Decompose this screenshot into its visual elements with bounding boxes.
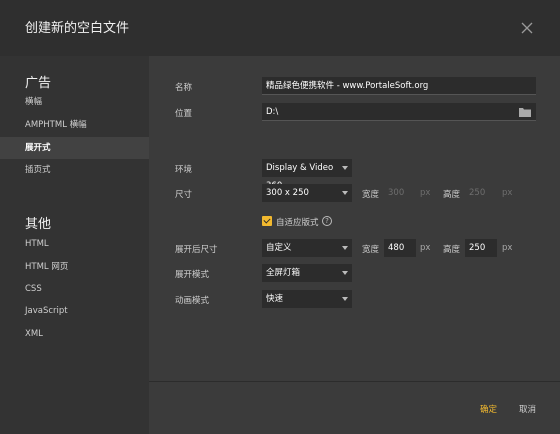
close-icon[interactable] [516, 17, 538, 39]
location-label: 位置 [175, 109, 193, 119]
chevron-down-icon [342, 297, 348, 301]
animation-mode-label: 动画模式 [175, 296, 210, 306]
expanded-size-value: 自定义 [266, 243, 292, 253]
responsive-label: 自适应版式 [276, 218, 319, 228]
environment-select[interactable]: Display & Video 360 [262, 159, 352, 191]
size-select[interactable]: 300 x 250 [262, 184, 352, 202]
dialog-title: 创建新的空白文件 [25, 21, 130, 36]
size-height-unit: px [502, 188, 513, 198]
footer-divider [149, 381, 560, 382]
animation-mode-select[interactable]: 快速 [262, 290, 352, 308]
sidebar-item-css[interactable]: CSS [0, 278, 149, 300]
location-field[interactable]: D:\ [262, 103, 536, 121]
responsive-checkbox[interactable] [262, 216, 272, 226]
sidebar-item-banner[interactable]: 横幅 [0, 91, 149, 113]
expanded-width-unit: px [420, 243, 431, 253]
location-value: D:\ [266, 107, 279, 117]
expanded-width-label: 宽度 [362, 245, 380, 255]
section-ads-heading: 广告 [25, 76, 52, 91]
size-height-label: 高度 [443, 190, 461, 200]
ok-button[interactable]: 确定 [480, 403, 497, 415]
chevron-down-icon [342, 191, 348, 195]
expand-mode-select[interactable]: 全屏灯箱 [262, 264, 352, 282]
size-label: 尺寸 [175, 190, 193, 200]
expanded-height-label: 高度 [443, 245, 461, 255]
size-value: 300 x 250 [266, 188, 309, 198]
chevron-down-icon [342, 271, 348, 275]
animation-mode-value: 快速 [266, 294, 284, 304]
size-width-unit: px [420, 188, 431, 198]
expanded-height-unit: px [502, 243, 513, 253]
cancel-button[interactable]: 取消 [519, 403, 536, 415]
sidebar-item-interstitial[interactable]: 插页式 [0, 159, 149, 181]
sidebar-item-javascript[interactable]: JavaScript [0, 300, 149, 322]
size-width-label: 宽度 [362, 190, 380, 200]
expanded-height-input[interactable]: 250 [465, 239, 497, 257]
expand-mode-label: 展开模式 [175, 270, 210, 280]
sidebar-item-amphtml-banner[interactable]: AMPHTML 横幅 [0, 114, 149, 136]
chevron-down-icon [342, 246, 348, 250]
expanded-width-input[interactable]: 480 [384, 239, 416, 257]
chevron-down-icon [342, 166, 348, 170]
size-width-input: 300 [388, 188, 405, 198]
sidebar-item-expandable[interactable]: 展开式 [0, 137, 149, 159]
help-icon[interactable]: ? [322, 216, 332, 226]
name-label: 名称 [175, 83, 193, 93]
title-bar: 创建新的空白文件 [0, 0, 560, 56]
name-field[interactable]: 精品绿色便携软件 - www.PortaleSoft.org [262, 77, 536, 95]
sidebar-item-html[interactable]: HTML [0, 233, 149, 255]
environment-label: 环境 [175, 165, 193, 175]
expand-mode-value: 全屏灯箱 [266, 268, 301, 278]
sidebar-item-xml[interactable]: XML [0, 323, 149, 345]
expanded-size-select[interactable]: 自定义 [262, 239, 352, 257]
expanded-size-label: 展开后尺寸 [175, 245, 218, 255]
size-height-input: 250 [469, 188, 486, 198]
help-glyph: ? [325, 217, 329, 225]
folder-icon[interactable] [519, 107, 531, 117]
sidebar-item-html-page[interactable]: HTML 网页 [0, 256, 149, 278]
section-other-heading: 其他 [25, 217, 52, 232]
